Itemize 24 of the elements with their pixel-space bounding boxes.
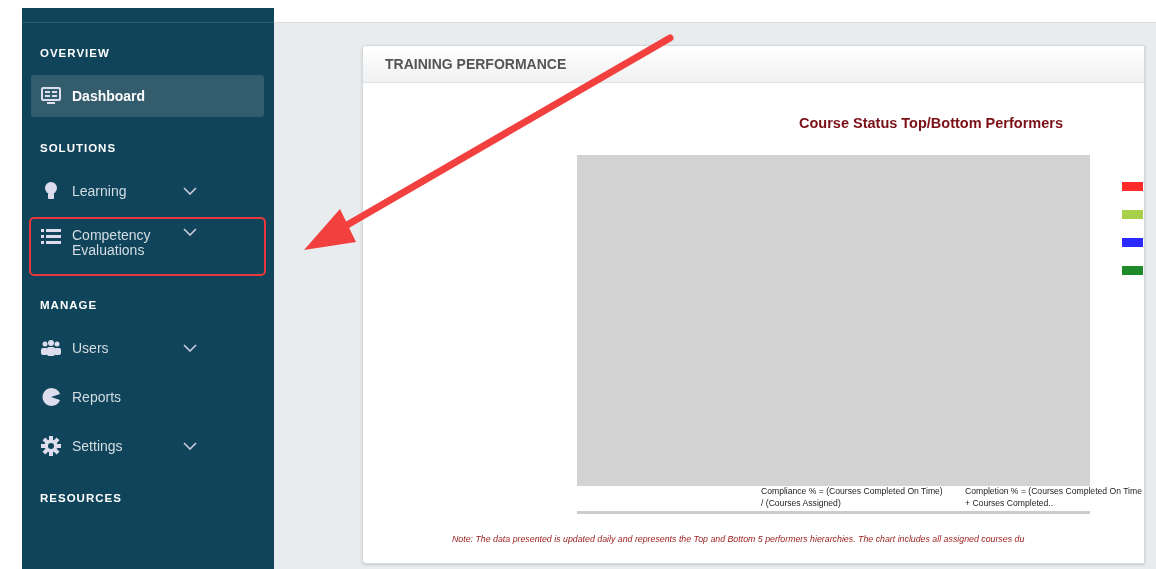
panel-title: TRAINING PERFORMANCE bbox=[363, 46, 1144, 83]
sidebar-item[interactable]: Reports bbox=[31, 376, 264, 418]
list-icon bbox=[41, 228, 61, 246]
chart-title: Course Status Top/Bottom Performers bbox=[799, 115, 1064, 131]
section-heading: MANAGE bbox=[39, 299, 99, 313]
chevron-icon bbox=[183, 187, 197, 195]
pie-chart-icon bbox=[41, 387, 61, 407]
monitor-icon bbox=[41, 87, 61, 105]
sidebar-item[interactable]: Learning bbox=[31, 170, 264, 212]
sidebar-item[interactable]: Dashboard bbox=[31, 75, 264, 117]
settings-icon bbox=[41, 436, 61, 456]
sidebar-item[interactable]: Competency Evaluations bbox=[31, 219, 264, 274]
users-icon bbox=[41, 340, 61, 356]
chevron-icon bbox=[183, 228, 197, 236]
note-text: Note: The data presented is updated daily and represents the Top and Bottom 5 performers hierarchies. The chart includes all assigned courses du bbox=[452, 534, 1026, 544]
sidebar-item[interactable]: Settings bbox=[31, 425, 264, 467]
formula-text: Compliance % = (Courses Completed On Time) / (Courses Assigned) bbox=[761, 486, 943, 509]
sidebar-item[interactable]: Users bbox=[31, 327, 264, 369]
section-heading: SOLUTIONS bbox=[39, 142, 118, 156]
chevron-icon bbox=[183, 442, 197, 450]
section-heading: RESOURCES bbox=[39, 492, 123, 506]
chevron-icon bbox=[183, 344, 197, 352]
section-heading: OVERVIEW bbox=[39, 47, 111, 61]
formula-text: Completion % = (Courses Completed On Time + Courses Completed.. bbox=[965, 486, 1143, 509]
